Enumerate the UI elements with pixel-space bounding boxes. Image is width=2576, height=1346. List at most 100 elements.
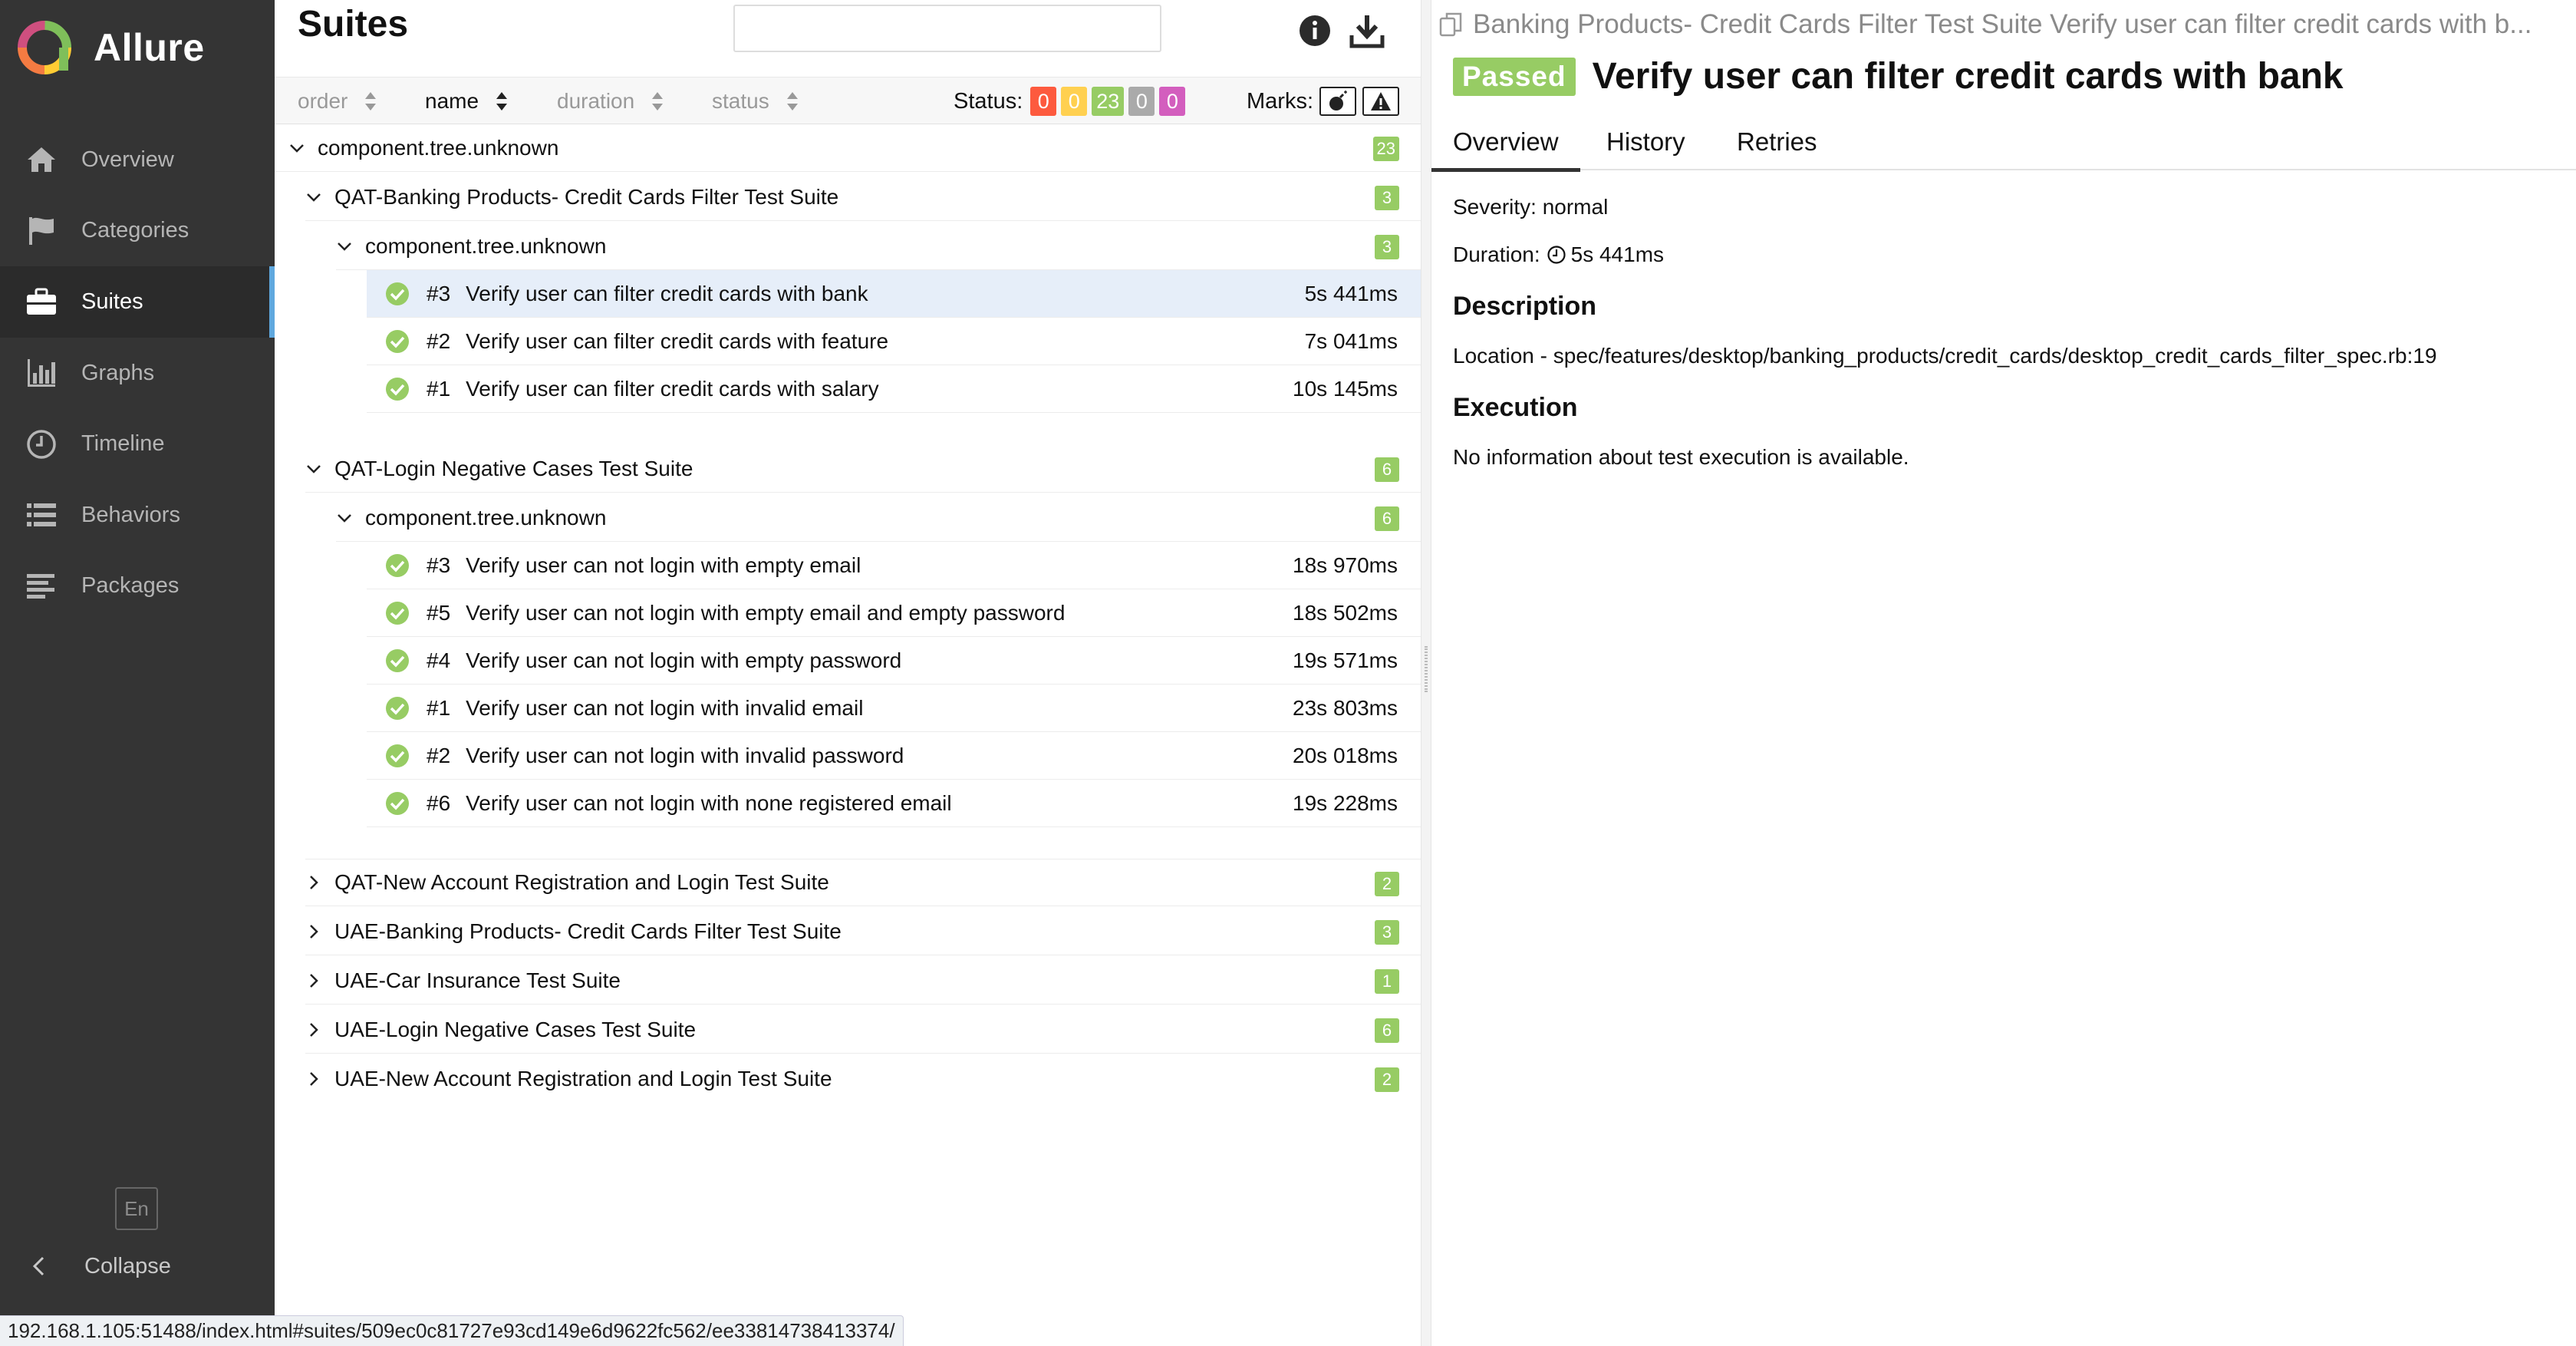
status-broken-toggle[interactable]: 0 bbox=[1061, 87, 1088, 116]
test-row[interactable]: #3 Verify user can filter credit cards w… bbox=[367, 270, 1421, 318]
test-row[interactable]: #2 Verify user can filter credit cards w… bbox=[367, 318, 1421, 365]
suite-row[interactable]: UAE-Login Negative Cases Test Suite 6 bbox=[305, 1006, 1421, 1054]
new-failed-mark-toggle[interactable] bbox=[1362, 87, 1399, 116]
description-text: Location - spec/features/desktop/banking… bbox=[1453, 344, 2437, 368]
test-name: Verify user can not login with invalid e… bbox=[466, 695, 864, 720]
briefcase-icon bbox=[25, 285, 58, 318]
sidebar-item-label: Graphs bbox=[81, 360, 155, 385]
status-passed-toggle[interactable]: 23 bbox=[1092, 87, 1125, 116]
sort-arrows-icon bbox=[365, 92, 377, 111]
suite-name: QAT-New Account Registration and Login T… bbox=[334, 870, 829, 894]
chevron-down-icon bbox=[338, 242, 351, 251]
sidebar: Allure Overview Categories Suites Graphs bbox=[0, 0, 275, 1346]
chevron-right-icon bbox=[310, 924, 318, 939]
test-row[interactable]: #5 Verify user can not login with empty … bbox=[367, 589, 1421, 637]
sidebar-item-suites[interactable]: Suites bbox=[0, 266, 275, 338]
collapse-label: Collapse bbox=[84, 1253, 171, 1278]
flaky-mark-toggle[interactable] bbox=[1319, 87, 1356, 116]
test-row[interactable]: #6 Verify user can not login with none r… bbox=[367, 780, 1421, 827]
detail-tabs: Overview History Retries bbox=[1431, 114, 2576, 172]
tree-root-group[interactable]: component.tree.unknown 23 bbox=[275, 124, 1421, 172]
test-row[interactable]: #4 Verify user can not login with empty … bbox=[367, 637, 1421, 685]
marks-filter-label: Marks: bbox=[1247, 88, 1313, 114]
test-header: Passed Verify user can filter credit car… bbox=[1453, 55, 2344, 97]
test-name: Verify user can not login with none regi… bbox=[466, 790, 952, 815]
sort-arrows-icon bbox=[786, 92, 798, 111]
sort-arrows-icon bbox=[496, 92, 508, 111]
suite-row[interactable]: UAE-Car Insurance Test Suite 1 bbox=[305, 957, 1421, 1005]
tab-retries[interactable]: Retries bbox=[1737, 114, 1817, 170]
suite-row[interactable]: QAT-New Account Registration and Login T… bbox=[305, 859, 1421, 906]
test-row[interactable]: #1 Verify user can filter credit cards w… bbox=[367, 365, 1421, 413]
status-filter-label: Status: bbox=[954, 88, 1023, 114]
test-row[interactable]: #3 Verify user can not login with empty … bbox=[367, 542, 1421, 589]
test-row[interactable]: #1 Verify user can not login with invali… bbox=[367, 685, 1421, 732]
test-duration: 20s 018ms bbox=[1293, 743, 1398, 767]
status-failed-toggle[interactable]: 0 bbox=[1030, 87, 1057, 116]
chevron-right-icon bbox=[310, 973, 318, 988]
sidebar-item-timeline[interactable]: Timeline bbox=[0, 408, 275, 480]
test-name: Verify user can filter credit cards with… bbox=[466, 281, 868, 305]
passed-check-icon bbox=[386, 377, 409, 401]
bomb-icon bbox=[1329, 91, 1347, 111]
status-skipped-toggle[interactable]: 0 bbox=[1128, 87, 1155, 116]
test-title: Verify user can filter credit cards with… bbox=[1592, 56, 2344, 97]
sort-by-duration[interactable]: duration bbox=[557, 78, 664, 125]
sidebar-item-graphs[interactable]: Graphs bbox=[0, 338, 275, 409]
chevron-down-icon bbox=[338, 513, 351, 523]
count-badge: 6 bbox=[1375, 506, 1399, 531]
collapse-button[interactable]: Collapse bbox=[28, 1243, 171, 1289]
count-badge: 1 bbox=[1375, 969, 1399, 994]
status-unknown-toggle[interactable]: 0 bbox=[1159, 87, 1186, 116]
brand[interactable]: Allure bbox=[17, 18, 205, 77]
download-icon[interactable] bbox=[1349, 12, 1385, 49]
suite-name: UAE-Car Insurance Test Suite bbox=[334, 968, 621, 992]
suite-row[interactable]: UAE-Banking Products- Credit Cards Filte… bbox=[305, 908, 1421, 955]
test-duration: 19s 228ms bbox=[1293, 790, 1398, 815]
breadcrumb[interactable]: Banking Products- Credit Cards Filter Te… bbox=[1438, 9, 2565, 40]
suite-row[interactable]: UAE-New Account Registration and Login T… bbox=[305, 1055, 1421, 1103]
test-duration: 5s 441ms bbox=[1304, 281, 1398, 305]
duration-value: 5s 441ms bbox=[1570, 242, 1665, 266]
status-filter: Status: 0 0 23 0 0 bbox=[954, 78, 1186, 125]
sort-by-name[interactable]: name bbox=[425, 78, 508, 125]
count-badge: 2 bbox=[1375, 1067, 1399, 1092]
passed-check-icon bbox=[386, 744, 409, 767]
sidebar-item-label: Overview bbox=[81, 147, 174, 172]
sidebar-item-packages[interactable]: Packages bbox=[0, 551, 275, 622]
test-order: #2 bbox=[427, 743, 451, 767]
count-badge: 6 bbox=[1375, 1018, 1399, 1043]
passed-check-icon bbox=[386, 553, 409, 577]
tree-node-label: component.tree.unknown bbox=[318, 135, 559, 160]
suites-pane: Suites order name duration status Status… bbox=[275, 0, 1421, 1346]
search-input[interactable] bbox=[733, 5, 1161, 52]
info-icon[interactable] bbox=[1296, 12, 1333, 49]
sidebar-item-label: Categories bbox=[81, 218, 189, 243]
suite-name: UAE-Login Negative Cases Test Suite bbox=[334, 1017, 697, 1041]
sort-label: duration bbox=[557, 89, 635, 113]
sidebar-item-categories[interactable]: Categories bbox=[0, 196, 275, 267]
link-preview-url: 192.168.1.105:51488/index.html#suites/50… bbox=[0, 1315, 904, 1346]
test-order: #2 bbox=[427, 328, 451, 353]
suite-row[interactable]: QAT-Banking Products- Credit Cards Filte… bbox=[305, 173, 1421, 221]
suite-row[interactable]: QAT-Login Negative Cases Test Suite 6 bbox=[305, 445, 1421, 493]
passed-check-icon bbox=[386, 329, 409, 353]
status-badge: Passed bbox=[1453, 57, 1576, 96]
sort-by-order[interactable]: order bbox=[298, 78, 377, 125]
language-button[interactable]: En bbox=[115, 1187, 158, 1230]
sidebar-item-overview[interactable]: Overview bbox=[0, 124, 275, 196]
test-detail-pane: Banking Products- Credit Cards Filter Te… bbox=[1431, 0, 2576, 1346]
tab-overview[interactable]: Overview bbox=[1431, 114, 1580, 172]
allure-logo-icon bbox=[18, 21, 71, 74]
group-row[interactable]: component.tree.unknown 3 bbox=[336, 223, 1421, 270]
pane-splitter[interactable] bbox=[1421, 0, 1431, 1346]
copy-icon[interactable] bbox=[1438, 11, 1465, 38]
group-row[interactable]: component.tree.unknown 6 bbox=[336, 494, 1421, 542]
sort-by-status[interactable]: status bbox=[712, 78, 799, 125]
count-badge: 3 bbox=[1375, 920, 1399, 945]
test-name: Verify user can not login with invalid p… bbox=[466, 743, 904, 767]
test-order: #4 bbox=[427, 648, 451, 672]
test-row[interactable]: #2 Verify user can not login with invali… bbox=[367, 732, 1421, 780]
tab-history[interactable]: History bbox=[1606, 114, 1685, 170]
sidebar-item-behaviors[interactable]: Behaviors bbox=[0, 480, 275, 551]
